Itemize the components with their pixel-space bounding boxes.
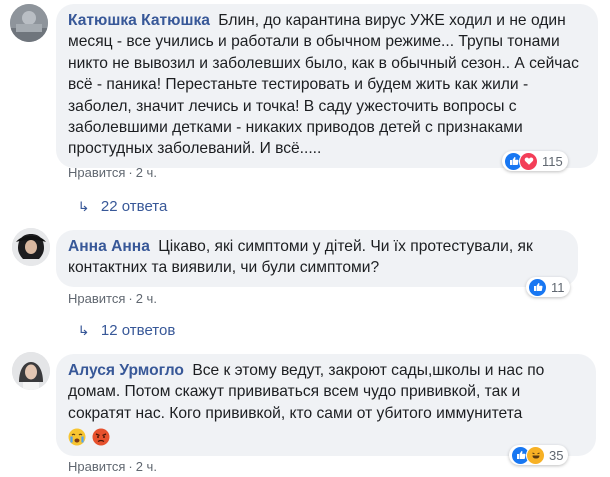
separator-dot: · (128, 291, 133, 306)
crying-face-emoji (68, 428, 86, 446)
reactions-summary[interactable]: 115 (502, 151, 568, 171)
comment-text: Блин, до карантина вирус УЖЕ ходил и не … (68, 12, 579, 158)
avatar-photo-icon (12, 352, 50, 390)
like-link[interactable]: Нравится (68, 459, 125, 474)
like-link[interactable]: Нравится (68, 165, 125, 180)
comment-meta: Нравится · 2 ч. (68, 165, 157, 180)
comment-time[interactable]: 2 ч. (136, 291, 157, 306)
reactions-summary[interactable]: 35 (509, 445, 569, 465)
separator-dot: · (128, 165, 133, 180)
comment-bubble: Алуся Урмогло Все к этому ведут, закроют… (56, 354, 596, 457)
view-replies-link[interactable]: ↳ 22 ответа (77, 198, 167, 215)
love-icon (519, 151, 538, 171)
reaction-count: 115 (542, 153, 563, 169)
comment-bubble: Анна Анна Цікаво, які симптоми у дітей. … (56, 230, 578, 287)
emoji-row (68, 426, 584, 448)
avatar[interactable] (10, 4, 48, 42)
like-link[interactable]: Нравится (68, 291, 125, 306)
reactions-summary[interactable]: 11 (526, 277, 570, 297)
comment-bubble: Катюшка Катюшка Блин, до карантина вирус… (56, 4, 598, 168)
separator-dot: · (128, 459, 133, 474)
avatar-photo-icon (12, 228, 50, 266)
comment-author[interactable]: Алуся Урмогло (68, 362, 184, 379)
haha-icon (526, 445, 545, 465)
comment-author[interactable]: Катюшка Катюшка (68, 12, 210, 29)
avatar[interactable] (12, 228, 50, 266)
view-replies-link[interactable]: ↳ 12 ответов (77, 322, 175, 339)
reply-arrow-icon: ↳ (77, 322, 90, 338)
comment-author[interactable]: Анна Анна (68, 238, 150, 255)
comment-meta: Нравится · 2 ч. (68, 459, 157, 474)
comment-meta: Нравится · 2 ч. (68, 291, 157, 306)
avatar[interactable] (12, 352, 50, 390)
reaction-count: 11 (551, 279, 565, 295)
comment-time[interactable]: 2 ч. (136, 165, 157, 180)
angry-face-emoji (92, 428, 110, 446)
replies-count[interactable]: 12 ответов (101, 322, 175, 339)
replies-count[interactable]: 22 ответа (101, 198, 167, 215)
reaction-count: 35 (549, 447, 564, 463)
like-icon (528, 277, 547, 297)
avatar-photo-icon (10, 4, 48, 42)
reply-arrow-icon: ↳ (77, 198, 90, 214)
comment-time[interactable]: 2 ч. (136, 459, 157, 474)
